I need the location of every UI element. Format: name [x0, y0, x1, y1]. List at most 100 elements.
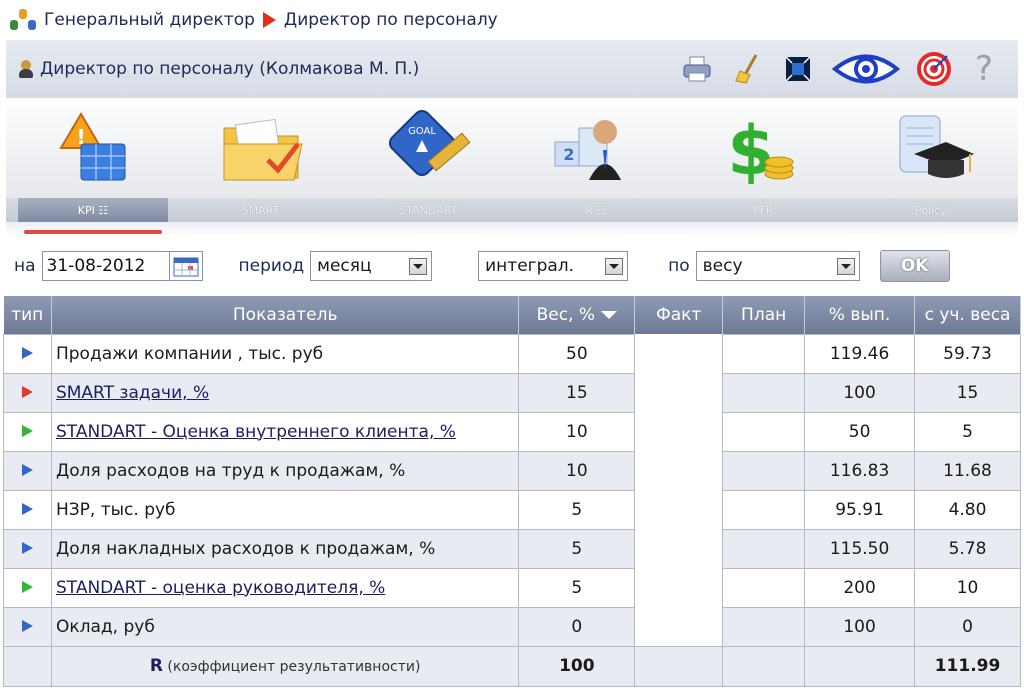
- indicator-name: Продажи компании , тыс. руб: [55, 343, 324, 364]
- total-pct: [804, 645, 916, 687]
- table-header-row: тип Показатель Вес, % Факт План % вып. с…: [3, 296, 1021, 334]
- row-type-cell: [3, 528, 52, 569]
- sort-select[interactable]: весу: [695, 251, 860, 281]
- weighted-cell: 5.78: [914, 528, 1021, 569]
- col-fact[interactable]: Факт: [634, 296, 724, 334]
- filter-bar: на период месяц интеграл. по весу OK: [0, 236, 1024, 296]
- fullscreen-icon[interactable]: [780, 51, 816, 87]
- plan-cell: [722, 411, 806, 452]
- weight-cell: 0: [518, 606, 636, 647]
- col-indicator[interactable]: Показатель: [51, 296, 520, 334]
- pfr-module-icon[interactable]: $: [688, 98, 838, 198]
- module-tabs: KPI ☷ SMART STANDART R ☷ PFR Policy: [6, 198, 1018, 234]
- plan-cell: [722, 333, 806, 374]
- row-type-cell: [3, 411, 52, 452]
- row-type-cell: [3, 372, 52, 413]
- policy-module-icon[interactable]: [856, 98, 1006, 198]
- col-plan[interactable]: План: [722, 296, 806, 334]
- play-triangle-icon: [21, 424, 33, 437]
- indicator-name: Доля расходов на труд к продажам, %: [55, 460, 406, 481]
- row-type-cell: [3, 606, 52, 647]
- svg-text:2: 2: [563, 145, 574, 164]
- col-weight-label: Вес, %: [536, 304, 596, 325]
- play-triangle-icon: [21, 463, 33, 476]
- broom-icon[interactable]: [730, 51, 766, 87]
- tab-policy[interactable]: Policy: [856, 198, 1006, 222]
- kpi-module-icon[interactable]: !: [18, 98, 168, 198]
- indicator-name: Доля накладных расходов к продажам, %: [55, 538, 436, 559]
- ok-button[interactable]: OK: [879, 250, 950, 282]
- fact-cell: [634, 529, 724, 568]
- svg-text:GOAL: GOAL: [408, 126, 436, 137]
- pct-cell: 50: [804, 411, 916, 452]
- date-input[interactable]: [41, 251, 170, 281]
- weighted-cell: 59.73: [914, 333, 1021, 374]
- indicator-link[interactable]: STANDART - оценка руководителя, %: [56, 578, 385, 598]
- calendar-icon[interactable]: [168, 251, 203, 281]
- user-icon: [18, 59, 34, 79]
- fact-cell: [634, 451, 724, 490]
- col-type[interactable]: тип: [3, 296, 52, 334]
- weight-cell: 10: [518, 411, 636, 452]
- col-pct[interactable]: % вып.: [804, 296, 916, 334]
- smart-module-icon[interactable]: [186, 98, 336, 198]
- printer-icon[interactable]: [680, 51, 716, 87]
- tab-smart[interactable]: SMART: [186, 198, 336, 222]
- chevron-down-icon: [409, 258, 428, 275]
- tab-pfr[interactable]: PFR: [688, 198, 838, 222]
- weighted-cell: 11.68: [914, 450, 1021, 491]
- sort-desc-icon: [601, 310, 618, 319]
- weight-cell: 50: [518, 333, 636, 374]
- header-bar: Директор по персоналу (Колмакова М. П.) …: [6, 40, 1018, 98]
- standart-module-icon[interactable]: GOAL: [353, 98, 503, 198]
- plan-cell: [722, 372, 806, 413]
- total-row: R (коэффициент результативности) 100 111…: [3, 645, 1021, 687]
- tab-standart[interactable]: STANDART: [353, 198, 503, 222]
- period-select[interactable]: месяц: [310, 251, 433, 281]
- play-triangle-icon: [21, 385, 33, 398]
- row-type-cell: [3, 450, 52, 491]
- fact-cell: [634, 490, 724, 529]
- fact-cell: [634, 334, 724, 373]
- play-triangle-icon: [21, 541, 33, 554]
- target-icon[interactable]: [916, 51, 952, 87]
- r-module-icon[interactable]: 2: [521, 98, 671, 198]
- indicator-cell: Продажи компании , тыс. руб: [50, 333, 520, 374]
- fact-cell: [634, 373, 724, 412]
- plan-cell: [722, 528, 806, 569]
- indicator-cell[interactable]: STANDART - Оценка внутреннего клиента, %: [50, 411, 520, 452]
- total-weight: 100: [518, 645, 636, 687]
- period-value: месяц: [317, 256, 372, 276]
- indicator-cell: НЗР, тыс. руб: [50, 489, 520, 530]
- weighted-cell: 10: [914, 567, 1021, 608]
- help-icon[interactable]: ?: [966, 49, 1002, 89]
- indicator-cell[interactable]: STANDART - оценка руководителя, %: [50, 567, 520, 608]
- period-label: период: [238, 256, 305, 276]
- plan-cell: [722, 489, 806, 530]
- eye-icon[interactable]: [830, 51, 902, 87]
- fact-cell: [634, 568, 724, 607]
- indicator-link[interactable]: SMART задачи, %: [56, 383, 209, 403]
- col-weighted[interactable]: с уч. веса: [914, 296, 1021, 334]
- date-label: на: [14, 256, 36, 276]
- col-weight[interactable]: Вес, %: [518, 296, 636, 334]
- pct-cell: 95.91: [804, 489, 916, 530]
- total-type-cell: [3, 645, 52, 687]
- indicator-cell: Доля расходов на труд к продажам, %: [50, 450, 520, 491]
- breadcrumb-parent[interactable]: Генеральный директор: [44, 10, 255, 30]
- chevron-down-icon: [836, 258, 855, 275]
- weight-cell: 5: [518, 489, 636, 530]
- mode-value: интеграл.: [485, 256, 575, 276]
- indicator-link[interactable]: STANDART - Оценка внутреннего клиента, %: [56, 422, 456, 442]
- play-triangle-icon: [21, 580, 33, 593]
- table-row: STANDART - оценка руководителя, % 5 200 10: [3, 567, 1021, 608]
- total-weighted: 111.99: [914, 645, 1021, 687]
- plan-cell: [722, 450, 806, 491]
- indicator-cell[interactable]: SMART задачи, %: [50, 372, 520, 413]
- tab-kpi[interactable]: KPI ☷: [18, 198, 168, 234]
- pct-cell: 115.50: [804, 528, 916, 569]
- mode-select[interactable]: интеграл.: [478, 251, 629, 281]
- total-weight-value: 100: [559, 656, 595, 676]
- sort-value: весу: [702, 256, 743, 276]
- tab-r[interactable]: R ☷: [521, 198, 671, 222]
